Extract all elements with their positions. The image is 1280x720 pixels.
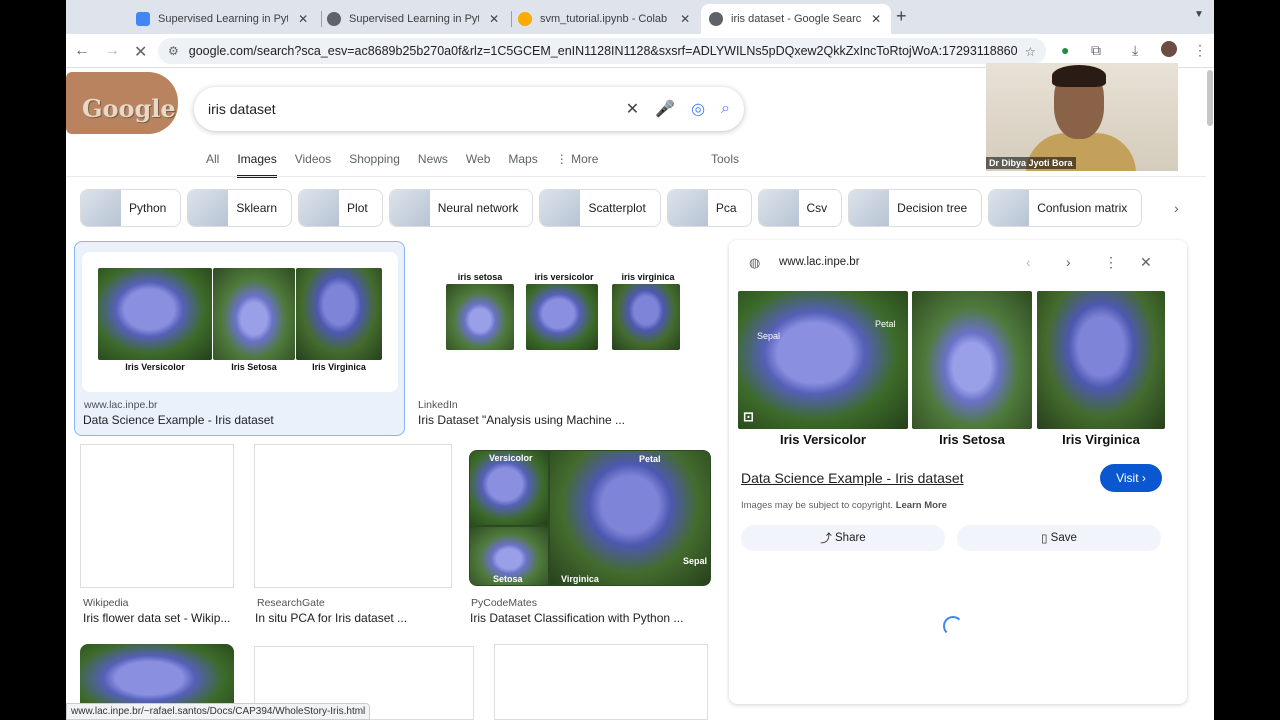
tools-button[interactable]: Tools <box>711 152 739 166</box>
chip-thumbnail <box>81 190 121 226</box>
chip-thumbnail <box>667 190 708 226</box>
image-preview-panel: ◍ www.lac.inpe.br ‹ › ⋮ ✕ Iris Versicolo… <box>729 240 1187 704</box>
chip-confusion-matrix[interactable]: Confusion matrix <box>988 189 1143 227</box>
chip-plot[interactable]: Plot <box>298 189 383 227</box>
more-options-icon[interactable]: ⋮ <box>1104 254 1118 271</box>
share-icon: ⤴ <box>820 533 835 545</box>
download-icon[interactable]: ⤓ <box>1132 42 1138 59</box>
preview-image[interactable]: Iris Versicolor Iris Setosa Iris Virgini… <box>737 291 1167 451</box>
tab-videos[interactable]: Videos <box>295 148 331 178</box>
loading-spinner <box>943 616 963 636</box>
visit-button[interactable]: Visit › <box>1100 464 1162 492</box>
copyright-note: Images may be subject to copyright. Lear… <box>741 500 947 511</box>
tab-news[interactable]: News <box>418 148 448 178</box>
close-icon[interactable]: ✕ <box>678 12 692 26</box>
tab-supervised-learning-2[interactable]: Supervised Learning in Pytho ✕ <box>319 4 509 34</box>
profile-avatar[interactable] <box>1161 41 1177 57</box>
chip-neural-network[interactable]: Neural network <box>388 189 534 227</box>
search-box[interactable]: iris dataset ✕ 🎤 ◎ ⌕ <box>194 87 744 131</box>
chip-thumbnail <box>299 190 340 226</box>
tab-iris-search[interactable]: iris dataset - Google Search ✕ <box>701 4 891 34</box>
browser-window: Supervised Learning in Pytho ✕ Supervise… <box>66 0 1214 720</box>
result-image: Iris Versicolor Iris Setosa Iris Virgini… <box>82 252 398 392</box>
scrollbar[interactable] <box>1207 70 1213 126</box>
tab-web[interactable]: Web <box>466 148 490 178</box>
chevron-right-icon[interactable]: › <box>1174 200 1179 216</box>
result-image <box>254 444 452 588</box>
chip-thumbnail <box>540 190 581 226</box>
chip-sklearn[interactable]: Sklearn <box>187 189 293 227</box>
new-tab-button[interactable]: + <box>896 6 907 27</box>
result-image <box>494 644 708 720</box>
search-tabs: All Images Videos Shopping News Web Maps… <box>206 148 616 178</box>
docs-icon <box>136 12 150 26</box>
close-icon[interactable]: ✕ <box>869 12 883 26</box>
forward-icon[interactable]: → <box>104 42 120 60</box>
clear-icon[interactable]: ✕ <box>626 99 639 119</box>
chip-python[interactable]: Python <box>80 189 182 227</box>
save-button[interactable]: ▯ Save <box>957 525 1161 551</box>
right-letterbox <box>1214 0 1280 720</box>
lens-search-icon[interactable]: ⊡ <box>743 409 754 425</box>
chip-thumbnail <box>989 190 1030 226</box>
close-icon[interactable]: ✕ <box>487 12 501 26</box>
address-bar[interactable]: ⚙ google.com/search?sca_esv=ac8689b25b27… <box>158 38 1046 64</box>
puzzle-icon[interactable]: ⧉ <box>1091 42 1101 59</box>
tab-colab[interactable]: svm_tutorial.ipynb - Colab ✕ <box>510 4 700 34</box>
google-doodle-logo[interactable]: Google <box>66 72 178 134</box>
chip-thumbnail <box>758 190 799 226</box>
tab-more[interactable]: ⋮ More <box>556 148 599 178</box>
learn-more-link[interactable]: Learn More <box>896 500 947 511</box>
colab-icon <box>518 12 532 26</box>
menu-icon[interactable]: ⋮ <box>1193 42 1207 59</box>
tab-strip: Supervised Learning in Pytho ✕ Supervise… <box>66 0 1214 34</box>
tab-all[interactable]: All <box>206 148 219 178</box>
result-image: Versicolor Petal Setosa Virginica Sepal <box>469 450 711 586</box>
result-image <box>80 444 234 588</box>
tab-shopping[interactable]: Shopping <box>349 148 400 178</box>
bookmark-icon: ▯ <box>1041 533 1051 545</box>
stop-icon[interactable]: ✕ <box>134 42 147 62</box>
tab-supervised-learning-1[interactable]: Supervised Learning in Pytho ✕ <box>128 4 318 34</box>
globe-icon: ◍ <box>749 255 761 270</box>
globe-icon <box>709 12 723 26</box>
result-image: iris setosa iris versicolor iris virgini… <box>418 252 718 392</box>
previous-icon[interactable]: ‹ <box>1026 254 1031 270</box>
tab-images[interactable]: Images <box>237 148 277 178</box>
close-icon[interactable]: ✕ <box>296 12 310 26</box>
related-chips: Python Sklearn Plot Neural network Scatt… <box>80 189 1148 227</box>
close-icon[interactable]: ✕ <box>1140 254 1152 271</box>
search-input[interactable]: iris dataset <box>208 101 610 117</box>
share-button[interactable]: ⤴ Share <box>741 525 945 551</box>
tab-maps[interactable]: Maps <box>508 148 537 178</box>
search-icon[interactable]: ⌕ <box>721 100 730 118</box>
extension-icon[interactable]: ● <box>1061 42 1069 58</box>
left-letterbox <box>0 0 66 720</box>
status-bar: www.lac.inpe.br/~rafael.santos/Docs/CAP3… <box>66 703 371 720</box>
chip-thumbnail <box>849 190 890 226</box>
chip-scatterplot[interactable]: Scatterplot <box>539 189 661 227</box>
globe-icon <box>327 12 341 26</box>
chip-thumbnail <box>188 190 229 226</box>
next-icon[interactable]: › <box>1066 254 1071 270</box>
chip-decision-tree[interactable]: Decision tree <box>848 189 983 227</box>
tab-search-icon[interactable]: ▼ <box>1194 9 1204 20</box>
lens-icon[interactable]: ◎ <box>691 99 705 119</box>
site-info-icon[interactable]: ⚙ <box>168 44 179 58</box>
bookmark-star-icon[interactable]: ☆ <box>1025 44 1036 59</box>
mic-icon[interactable]: 🎤 <box>655 99 675 119</box>
chip-pca[interactable]: Pca <box>666 189 752 227</box>
back-icon[interactable]: ← <box>74 42 90 60</box>
chip-thumbnail <box>389 190 430 226</box>
webcam-overlay: Dr Dibya Jyoti Bora <box>986 63 1178 171</box>
chip-csv[interactable]: Csv <box>757 189 843 227</box>
